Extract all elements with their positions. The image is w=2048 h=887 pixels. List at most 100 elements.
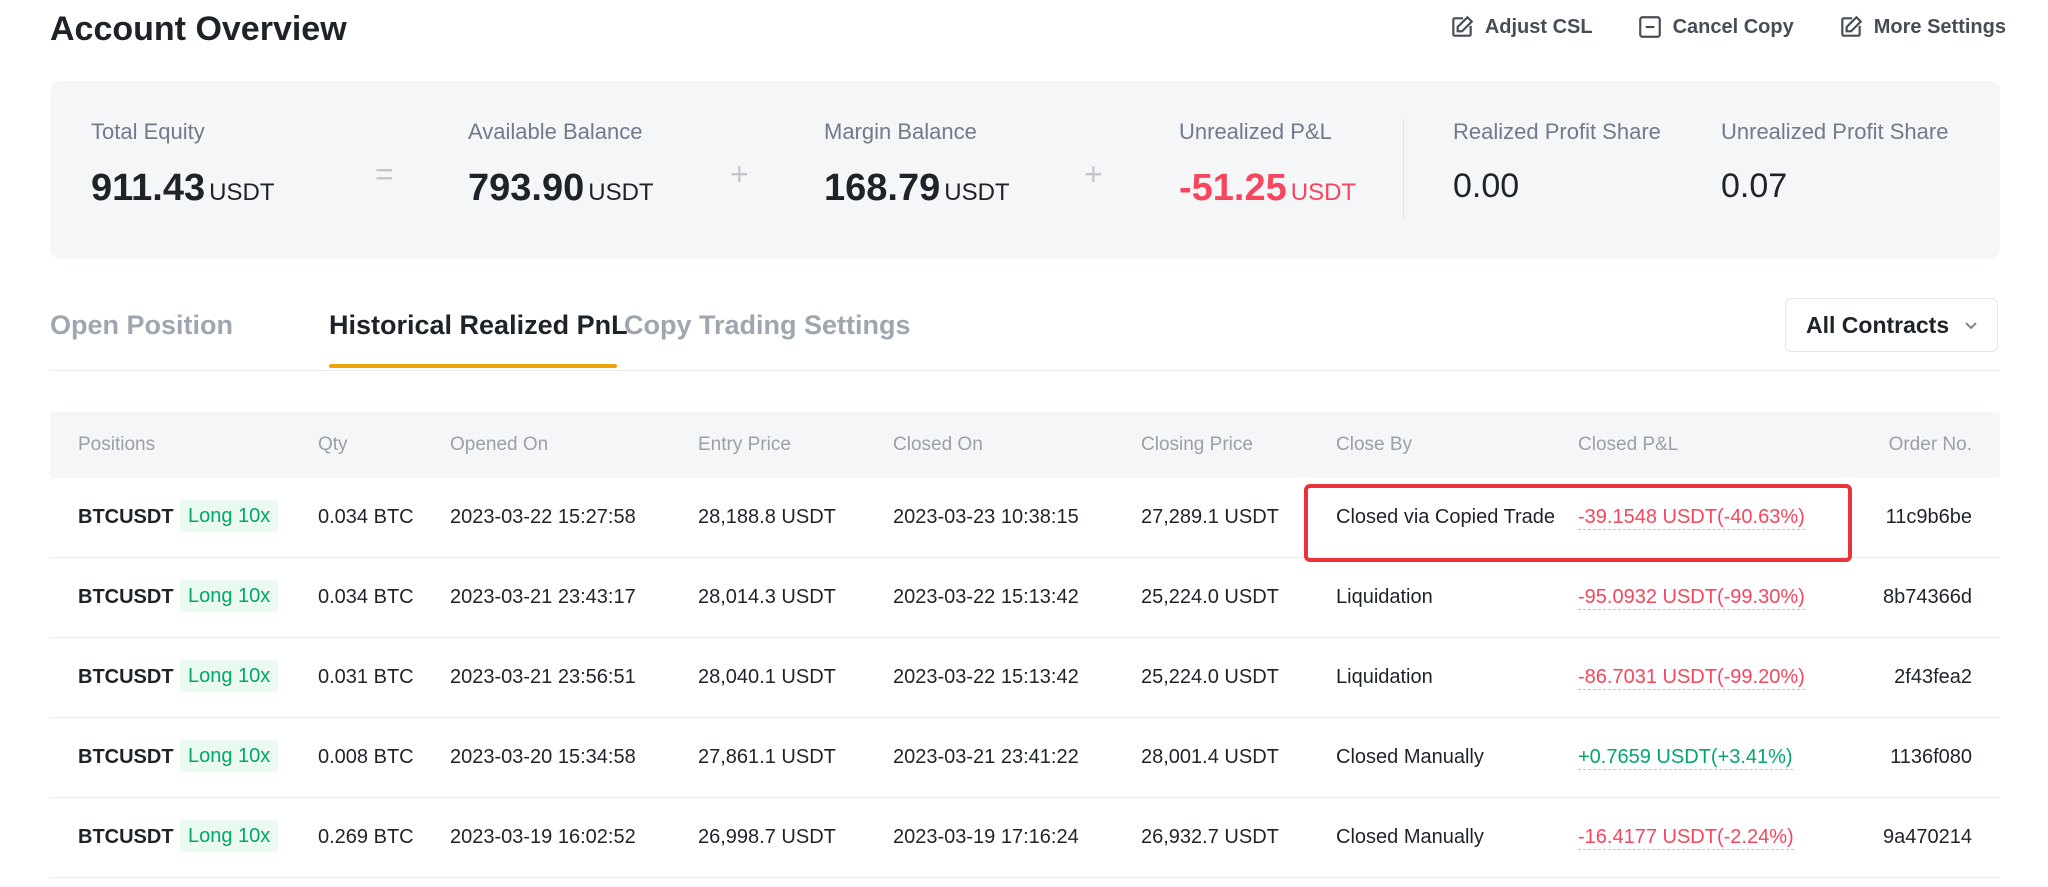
page-title: Account Overview (50, 10, 347, 48)
close-by-cell: Liquidation (1336, 586, 1433, 608)
opened-on-cell: 2023-03-21 23:43:17 (450, 586, 636, 608)
table-row: BTCUSDT Long 10x 0.031 BTC 2023-03-21 23:56… (50, 638, 2000, 718)
closed-pnl-value: -86.7031 USDT(-99.20%) (1578, 666, 1805, 690)
more-settings-button[interactable]: More Settings (1838, 14, 2006, 40)
position-side-badge: Long 10x (180, 820, 279, 852)
closed-pnl-value: -95.0932 USDT(-99.30%) (1578, 586, 1805, 610)
unrealized-pnl-label: Unrealized P&L (1179, 119, 1332, 144)
qty-cell: 0.034 BTC (318, 586, 414, 608)
unrealized-pnl: Unrealized P&L -51.25 USDT (1179, 119, 1356, 210)
order-no-cell: 2f43fea2 (1894, 666, 1972, 688)
closing-price-cell: 25,224.0 USDT (1141, 586, 1279, 608)
contracts-filter-value: All Contracts (1806, 311, 1950, 338)
minus-square-icon (1638, 16, 1661, 38)
table-row: BTCUSDT Long 10x 0.008 BTC 2023-03-20 15:34… (50, 718, 2000, 798)
unrealized-profit-share: Unrealized Profit Share 0.07 (1721, 119, 1948, 206)
closed-pnl-value: -39.1548 USDT(-40.63%) (1578, 506, 1805, 530)
unrealized-pnl-unit: USDT (1290, 179, 1357, 206)
entry-price-cell: 26,998.7 USDT (698, 826, 836, 848)
closed-pnl-cell[interactable]: +0.7659 USDT(+3.41%) (1578, 746, 1793, 770)
closed-on-cell: 2023-03-22 15:13:42 (893, 666, 1079, 688)
closed-pnl-cell[interactable]: -39.1548 USDT(-40.63%) (1578, 506, 1805, 530)
closed-on-cell: 2023-03-21 23:41:22 (893, 746, 1079, 768)
position-symbol: BTCUSDT (78, 746, 174, 768)
closing-price-cell: 28,001.4 USDT (1141, 746, 1279, 768)
closed-pnl-value: -16.4177 USDT(-2.24%) (1578, 826, 1794, 850)
entry-price-cell: 28,040.1 USDT (698, 666, 836, 688)
cancel-copy-label: Cancel Copy (1672, 15, 1794, 38)
account-summary-panel: Total Equity 911.43 USDT = Available Bala… (50, 81, 2000, 259)
total-equity-unit: USDT (209, 179, 275, 206)
qty-cell: 0.031 BTC (318, 666, 414, 688)
realized-pnl-table: Positions Qty Opened On Entry Price Clos… (50, 412, 2000, 878)
cancel-copy-button[interactable]: Cancel Copy (1637, 14, 1794, 40)
available-balance: Available Balance 793.90 USDT (468, 119, 654, 210)
qty-cell: 0.269 BTC (318, 826, 414, 848)
unrealized-pnl-value: -51.25 (1179, 167, 1287, 209)
adjust-csl-button[interactable]: Adjust CSL (1449, 14, 1593, 40)
table-row: BTCUSDT Long 10x 0.034 BTC 2023-03-22 15:27… (50, 478, 2000, 558)
more-settings-label: More Settings (1873, 15, 2006, 38)
tab-historical-realized-pnl[interactable]: Historical Realized PnL (329, 310, 628, 341)
plus-operator: + (730, 156, 749, 192)
column-header-close-by: Close By (1336, 434, 1413, 455)
tab-open-position[interactable]: Open Position (50, 310, 233, 341)
closed-pnl-cell[interactable]: -95.0932 USDT(-99.30%) (1578, 586, 1805, 610)
close-by-cell: Closed Manually (1336, 826, 1484, 848)
table-row: BTCUSDT Long 10x 0.034 BTC 2023-03-21 23:43… (50, 558, 2000, 638)
table-body: BTCUSDT Long 10x 0.034 BTC 2023-03-22 15:27… (50, 478, 2000, 878)
column-header-closing-price: Closing Price (1141, 434, 1253, 455)
column-header-closed-pnl: Closed P&L (1578, 434, 1679, 455)
close-by-cell: Closed Manually (1336, 746, 1484, 768)
total-equity-label: Total Equity (91, 119, 205, 144)
header-actions: Adjust CSL Cancel Copy More Settings (1449, 14, 2006, 40)
available-balance-unit: USDT (588, 179, 654, 206)
closed-on-cell: 2023-03-19 17:16:24 (893, 826, 1079, 848)
position-side-badge: Long 10x (180, 580, 279, 612)
column-header-entry-price: Entry Price (698, 434, 791, 455)
closed-pnl-value: +0.7659 USDT(+3.41%) (1578, 746, 1793, 770)
qty-cell: 0.008 BTC (318, 746, 414, 768)
closed-pnl-cell[interactable]: -86.7031 USDT(-99.20%) (1578, 666, 1805, 690)
entry-price-cell: 28,014.3 USDT (698, 586, 836, 608)
realized-profit-share: Realized Profit Share 0.00 (1453, 119, 1661, 206)
column-header-positions: Positions (78, 434, 156, 455)
order-no-cell: 8b74366d (1883, 586, 1972, 608)
column-header-qty: Qty (318, 434, 348, 455)
equals-operator: = (375, 156, 394, 192)
column-header-order-no: Order No. (1888, 434, 1972, 455)
tab-copy-trading-settings[interactable]: Copy Trading Settings (624, 310, 911, 341)
opened-on-cell: 2023-03-21 23:56:51 (450, 666, 636, 688)
margin-balance-label: Margin Balance (824, 119, 977, 144)
qty-cell: 0.034 BTC (318, 506, 414, 528)
closing-price-cell: 27,289.1 USDT (1141, 506, 1279, 528)
column-header-closed-on: Closed On (893, 434, 983, 455)
order-no-cell: 1136f080 (1890, 746, 1972, 768)
position-side-badge: Long 10x (180, 660, 279, 692)
order-no-cell: 11c9b6be (1885, 506, 1972, 528)
tab-bar: Open Position Historical Realized PnL Co… (50, 290, 2000, 371)
realized-profit-share-value: 0.00 (1453, 167, 1520, 205)
opened-on-cell: 2023-03-19 16:02:52 (450, 826, 636, 848)
adjust-csl-label: Adjust CSL (1484, 15, 1593, 38)
closed-on-cell: 2023-03-23 10:38:15 (893, 506, 1079, 528)
entry-price-cell: 28,188.8 USDT (698, 506, 836, 528)
contracts-filter-dropdown[interactable]: All Contracts (1785, 298, 1998, 352)
total-equity: Total Equity 911.43 USDT (91, 119, 274, 210)
total-equity-value: 911.43 (91, 167, 206, 209)
position-symbol: BTCUSDT (78, 826, 174, 848)
opened-on-cell: 2023-03-22 15:27:58 (450, 506, 636, 528)
closed-pnl-cell[interactable]: -16.4177 USDT(-2.24%) (1578, 826, 1794, 850)
table-header: Positions Qty Opened On Entry Price Clos… (50, 412, 2000, 478)
closing-price-cell: 26,932.7 USDT (1141, 826, 1279, 848)
table-row: BTCUSDT Long 10x 0.269 BTC 2023-03-19 16:02… (50, 798, 2000, 878)
available-balance-label: Available Balance (468, 119, 643, 144)
edit-icon (1841, 15, 1863, 37)
unrealized-profit-share-value: 0.07 (1721, 167, 1788, 205)
entry-price-cell: 27,861.1 USDT (698, 746, 836, 768)
position-symbol: BTCUSDT (78, 586, 174, 608)
close-by-cell: Liquidation (1336, 666, 1433, 688)
closing-price-cell: 25,224.0 USDT (1141, 666, 1279, 688)
close-by-cell: Closed via Copied Trade (1336, 506, 1556, 528)
unrealized-profit-share-label: Unrealized Profit Share (1721, 119, 1949, 144)
